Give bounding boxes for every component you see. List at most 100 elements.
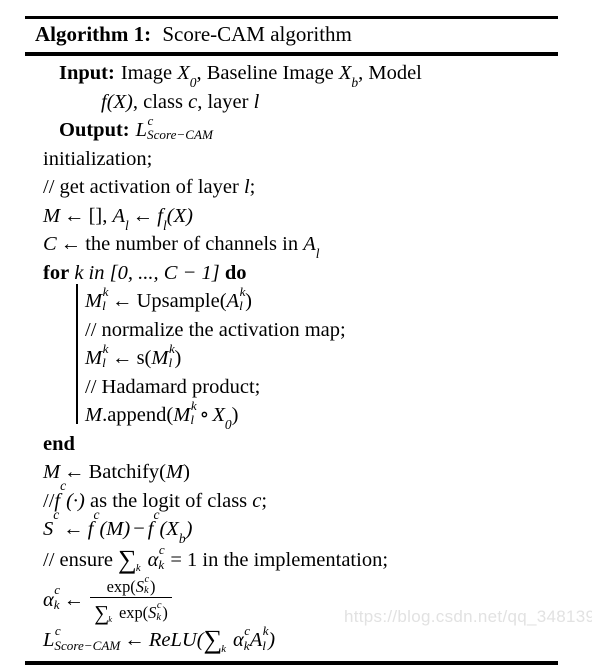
var-alpha-k-c: αck bbox=[147, 542, 165, 572]
for-loop-header: for k in [0, ..., C − 1] do bbox=[25, 259, 558, 288]
algorithm-label: Algorithm 1: bbox=[35, 22, 152, 46]
fn-f-c-1: fc bbox=[87, 506, 100, 540]
input-text-b: , Baseline Image bbox=[196, 62, 334, 84]
softmax-denominator: ∑k exp(S c k) bbox=[90, 597, 172, 625]
comment-hadamard-text: // Hadamard product; bbox=[85, 375, 261, 398]
summation-icon: ∑ bbox=[118, 544, 137, 574]
fn-f-c-2-arg: (Xb) bbox=[159, 518, 193, 547]
var-alpha-k-c-3: αck bbox=[233, 622, 251, 653]
var-A-l-k: Akl bbox=[226, 283, 246, 314]
input-fn-arg: (X) bbox=[106, 90, 133, 113]
for-in-keyword: in bbox=[88, 261, 105, 284]
algorithm-title: Algorithm 1: Score-CAM algorithm bbox=[25, 19, 558, 50]
append-fn: .append( bbox=[102, 404, 174, 426]
batchify-close-paren: ) bbox=[183, 461, 190, 483]
var-A-l: Al bbox=[112, 204, 129, 233]
input-text-a: Image bbox=[120, 62, 173, 84]
summation-index-2: k bbox=[221, 643, 226, 655]
var-M-l-k-4: Mkl bbox=[173, 397, 197, 428]
channel-count-text: the number of channels in bbox=[85, 233, 299, 255]
output-line: Output: Lc Score−CAM bbox=[25, 112, 558, 145]
step-final-output: Lc Score−CAM ← ReLU(∑k α c k Ak l) bbox=[25, 624, 558, 659]
input-var-xb: Xb bbox=[338, 62, 359, 91]
comment-ensure-prefix: // ensure bbox=[43, 548, 114, 571]
input-line-1: Input: Image X0, Baseline Image Xb, Model bbox=[25, 59, 558, 91]
do-keyword: do bbox=[224, 261, 247, 284]
upsample-close-paren: ) bbox=[245, 290, 252, 312]
input-layer-var: l bbox=[253, 90, 260, 113]
fn-f-l: fl bbox=[157, 204, 167, 233]
var-M-l-k: Mkl bbox=[85, 283, 109, 314]
comment-get-activation: // get activation of layer l; bbox=[25, 173, 558, 202]
batchify-fn: Batchify( bbox=[88, 461, 166, 483]
summation-icon-2: ∑ bbox=[203, 625, 223, 655]
initialization-text: initialization; bbox=[43, 147, 153, 170]
input-class-var: c bbox=[188, 90, 198, 113]
step-batchify: M ← Batchify(M) bbox=[25, 458, 558, 487]
step-append: M.append(M k l ∘ X0) bbox=[25, 397, 558, 433]
fn-f-c-2: fc bbox=[147, 506, 160, 540]
var-L-score-cam: Lc Score−CAM bbox=[43, 622, 121, 653]
comment-logit-text: as the logit of class bbox=[90, 489, 248, 512]
var-alpha-k-c-2: αck bbox=[43, 582, 61, 613]
var-A-l-2: Al bbox=[303, 233, 320, 262]
append-close-paren: ) bbox=[231, 404, 239, 426]
relu-close-paren: ) bbox=[268, 629, 276, 652]
upsample-fn: Upsample( bbox=[136, 290, 227, 312]
comment-activation-semicolon: ; bbox=[249, 176, 256, 198]
assign-arrow-icon-2: ← bbox=[132, 204, 154, 227]
step-channel-count: C ← the number of channels in Al bbox=[25, 230, 558, 262]
summation-index: k bbox=[135, 562, 141, 574]
var-M: M bbox=[43, 204, 61, 227]
comment-logit: //fc(·) as the logit of class c; bbox=[25, 479, 558, 516]
softmax-numerator: exp(S c k) bbox=[106, 573, 156, 597]
for-loop-vertical-bar bbox=[76, 284, 78, 424]
comment-activation-text: // get activation of layer bbox=[43, 176, 239, 198]
algorithm-body: Input: Image X0, Baseline Image Xb, Model… bbox=[25, 56, 558, 661]
step-init-M-A: M ← [], Al ← fl(X) bbox=[25, 202, 558, 233]
relu-fn: ReLU( bbox=[148, 629, 204, 652]
step-upsample: Mk l ← Upsample(A k l) bbox=[25, 283, 558, 316]
minus-operator-icon: − bbox=[133, 518, 145, 540]
comment-ensure-suffix: = 1 in the implementation; bbox=[170, 548, 389, 571]
fn-f-arg: (X) bbox=[166, 204, 193, 227]
end-keyword: end bbox=[43, 432, 75, 455]
end-keyword-line: end bbox=[25, 430, 558, 459]
input-class-text: , class bbox=[132, 90, 183, 113]
input-label: Input: bbox=[59, 62, 115, 84]
assign-arrow-icon-3: ← bbox=[60, 233, 82, 255]
algorithm-box: Algorithm 1: Score-CAM algorithm Input: I… bbox=[25, 16, 558, 665]
output-var-L: Lc Score−CAM bbox=[135, 112, 213, 143]
var-M-4: M bbox=[166, 461, 184, 483]
var-A-l-k-2: Akl bbox=[249, 622, 269, 653]
normalize-close-paren: ) bbox=[174, 347, 182, 369]
comment-normalize-text: // normalize the activation map; bbox=[85, 318, 346, 341]
fn-f-c-arg: (·) bbox=[66, 489, 85, 512]
empty-list: [], bbox=[88, 204, 108, 227]
for-keyword: for bbox=[43, 261, 70, 284]
algorithm-title-text: Score-CAM algorithm bbox=[162, 22, 352, 46]
var-M-l-k-3: Mkl bbox=[151, 340, 175, 371]
hadamard-operator-icon: ∘ bbox=[199, 404, 210, 426]
step-normalize: Mk l ← s(M k l) bbox=[25, 340, 558, 373]
assign-arrow-icon-4: ← bbox=[112, 290, 133, 312]
assign-arrow-icon-9: ← bbox=[124, 629, 145, 652]
input-layer-text: , layer bbox=[197, 90, 249, 113]
var-X0: X0 bbox=[212, 404, 232, 433]
step-initialization: initialization; bbox=[25, 145, 558, 174]
var-C: C bbox=[43, 233, 57, 255]
input-line-2: f(X), class c, layer l bbox=[25, 88, 558, 117]
var-M-3: M bbox=[43, 461, 61, 483]
output-label: Output: bbox=[59, 119, 130, 141]
softmax-fraction: exp(S c k) ∑k exp(S c k) bbox=[90, 573, 172, 625]
input-text-c: , Model bbox=[358, 62, 422, 84]
var-S-c: Sc bbox=[43, 506, 60, 540]
watermark: https://blog.csdn.net/qq_34813925 bbox=[344, 607, 592, 626]
input-var-x0: X0 bbox=[177, 62, 197, 91]
comment-normalize: // normalize the activation map; bbox=[25, 316, 558, 345]
comment-logit-semicolon: ; bbox=[261, 489, 268, 512]
for-range: [0, ..., C − 1] bbox=[109, 261, 220, 284]
for-loop-var: k bbox=[74, 261, 84, 284]
var-M-l-k-2: Mkl bbox=[85, 340, 109, 371]
step-score: Sc← fc(M) − fc(Xb) bbox=[25, 506, 558, 547]
